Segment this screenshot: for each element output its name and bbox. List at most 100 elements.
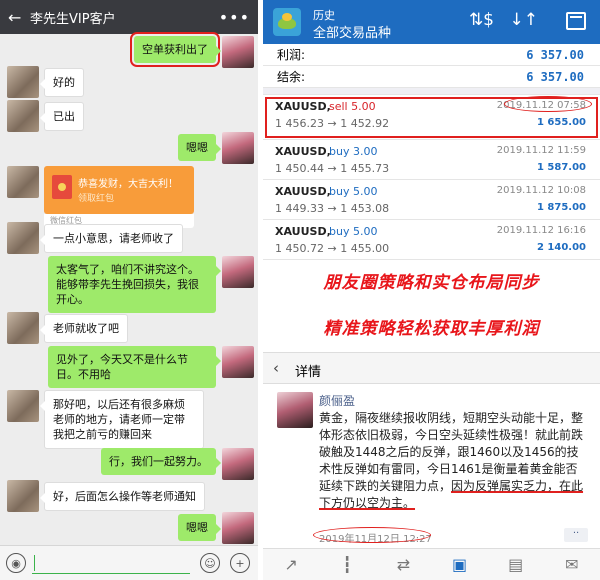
summary-label: 结余: — [277, 70, 306, 84]
currency-filter-icon[interactable]: ⇅$ — [469, 10, 494, 30]
message-row: 行，我们一起努力。 — [0, 448, 258, 480]
trade-history-screen: 历史 全部交易品种 ⇅$ ↓↑ 利润: 6 357.00 结余: 6 357.0… — [263, 0, 600, 580]
avatar[interactable] — [7, 166, 39, 198]
deal-prices: 1 456.23 → 1 452.92 — [275, 117, 390, 130]
analysis-post: 颜俪盈 黄金，隔夜继续报收阴线，短期空头动能十足，整体形态依旧极弱，今日空头延续… — [263, 384, 600, 550]
avatar[interactable] — [222, 132, 254, 164]
promo-banner-line: 精准策略轻松获取丰厚利润 — [323, 319, 540, 339]
deal-type: sell 5.00 — [329, 100, 376, 113]
deal-prices: 1 450.44 → 1 455.73 — [275, 162, 390, 175]
voice-icon[interactable]: ◉ — [6, 553, 26, 573]
avatar[interactable] — [222, 36, 254, 68]
more-dots-icon[interactable]: ••• — [219, 8, 250, 27]
avatar[interactable] — [7, 312, 39, 344]
calendar-icon[interactable] — [566, 12, 586, 30]
deal-type: buy 5.00 — [329, 185, 378, 198]
news-icon[interactable]: ▤ — [503, 554, 529, 576]
avatar[interactable] — [222, 346, 254, 378]
red-packet[interactable]: 恭喜发财，大吉大利！ 领取红包 微信红包 — [44, 166, 194, 228]
deal-row[interactable]: XAUUSD, sell 5.00 1 456.23 → 1 452.92 20… — [263, 95, 600, 140]
message-row: 见外了，今天又不是什么节日。不用哈 — [0, 346, 258, 388]
avatar[interactable] — [7, 480, 39, 512]
trade-icon[interactable]: ⇄ — [390, 554, 416, 576]
chat-bubble-left[interactable]: 好，后面怎么操作等老师通知 — [40, 482, 205, 511]
text-caret — [34, 555, 35, 571]
deal-date: 2019.11.12 11:59 — [496, 145, 586, 156]
app-logo-icon[interactable] — [273, 8, 301, 36]
header-title[interactable]: 全部交易品种 — [313, 22, 391, 41]
chevron-left-icon[interactable]: ‹ — [273, 359, 279, 377]
deal-date: 2019.11.12 16:16 — [496, 225, 586, 236]
chat-bubble-right[interactable]: 嗯嗯 — [178, 514, 221, 541]
red-packet-greeting: 恭喜发财，大吉大利！ — [78, 179, 178, 190]
deal-symbol: XAUUSD, — [275, 100, 331, 113]
post-more-button[interactable]: ·· — [564, 528, 588, 542]
message-row: 嗯嗯 — [0, 132, 258, 164]
chat-input-bar: ◉ ☺ + — [0, 545, 258, 580]
summary-label: 利润: — [277, 48, 306, 62]
message-row: 老师就收了吧 — [0, 312, 258, 344]
red-envelope-icon — [52, 175, 72, 199]
sort-icon[interactable]: ↓↑ — [510, 10, 539, 30]
chat-bubble-left[interactable]: 那好吧，以后还有很多麻烦老师的地方，请老师一定带我把之前亏的赚回来 — [40, 390, 204, 449]
message-row: 太客气了，咱们不讲究这个。能够带李先生挽回损失，我很开心。 — [0, 256, 258, 313]
chat-title: 李先生VIP客户 — [30, 11, 116, 27]
deal-row[interactable]: XAUUSD, buy 5.00 1 450.72 → 1 455.00 201… — [263, 220, 600, 260]
chat-bubble-right[interactable]: 行，我们一起努力。 — [101, 448, 221, 475]
avatar[interactable] — [222, 448, 254, 480]
history-inbox-icon[interactable]: ▣ — [447, 554, 473, 576]
plus-icon[interactable]: + — [230, 553, 250, 573]
chat-bubble-right[interactable]: 空单获利出了 — [130, 32, 221, 67]
message-row: 一点小意思，请老师收了 — [0, 222, 258, 254]
message-row: 已出 — [0, 100, 258, 132]
summary-value: 6 357.00 — [526, 47, 584, 62]
avatar[interactable] — [222, 512, 254, 544]
chat-bubble-left[interactable]: 一点小意思，请老师收了 — [40, 224, 183, 253]
summary-row-balance: 结余: 6 357.00 — [263, 66, 600, 88]
bottom-tab-bar: ↗ ┇ ⇄ ▣ ▤ ✉ — [263, 548, 600, 580]
chat-bubble-left[interactable]: 老师就收了吧 — [40, 314, 128, 343]
post-author[interactable]: 颜俪盈 — [319, 392, 355, 409]
deal-type: buy 5.00 — [329, 225, 378, 238]
detail-title: 详情 — [295, 365, 322, 380]
avatar[interactable] — [7, 66, 39, 98]
deal-row[interactable]: XAUUSD, buy 3.00 1 450.44 → 1 455.73 201… — [263, 140, 600, 180]
avatar[interactable] — [7, 390, 39, 422]
chat-screen: ← 李先生VIP客户 ••• 空单获利出了 好的 已出 嗯嗯 恭喜发财，大吉大利… — [0, 0, 258, 580]
deal-symbol: XAUUSD, — [275, 185, 331, 198]
avatar[interactable] — [7, 100, 39, 132]
deal-profit: 1 655.00 — [536, 117, 586, 128]
chat-bubble-icon[interactable]: ✉ — [559, 554, 585, 576]
post-body: 黄金，隔夜继续报收阴线，短期空头动能十足，整体形态依旧极弱，今日空头延续性极强！… — [319, 410, 589, 512]
avatar[interactable] — [277, 392, 313, 428]
chart-up-icon[interactable]: ↗ — [278, 554, 304, 576]
arrow-left-icon[interactable]: ← — [8, 8, 30, 27]
chat-bubble-right[interactable]: 见外了，今天又不是什么节日。不用哈 — [48, 346, 221, 388]
chat-bubble-left[interactable]: 好的 — [40, 68, 84, 97]
message-row: 好的 — [0, 66, 258, 98]
message-input[interactable] — [32, 552, 190, 574]
message-row: 好，后面怎么操作等老师通知 — [0, 480, 258, 512]
avatar[interactable] — [7, 222, 39, 254]
candlestick-icon[interactable]: ┇ — [334, 554, 360, 576]
promo-banner-line: 朋友圈策略和实仓布局同步 — [323, 273, 540, 293]
deal-profit: 1 875.00 — [536, 202, 586, 213]
chat-bubble-right[interactable]: 太客气了，咱们不讲究这个。能够带李先生挽回损失，我很开心。 — [48, 256, 221, 313]
time-highlight-oval — [313, 527, 431, 543]
deal-date: 2019.11.12 10:08 — [496, 185, 586, 196]
chat-bubble-left[interactable]: 已出 — [40, 102, 84, 131]
deal-profit: 1 587.00 — [536, 162, 586, 173]
deal-symbol: XAUUSD, — [275, 145, 331, 158]
section-divider — [263, 88, 600, 95]
chat-header: ← 李先生VIP客户 ••• — [0, 0, 258, 34]
deal-prices: 1 449.33 → 1 453.08 — [275, 202, 390, 215]
date-highlight-oval — [504, 96, 592, 112]
red-packet-action: 领取红包 — [78, 194, 115, 204]
deal-profit: 2 140.00 — [536, 242, 586, 253]
emoji-icon[interactable]: ☺ — [200, 553, 220, 573]
deal-symbol: XAUUSD, — [275, 225, 331, 238]
chat-bubble-right[interactable]: 嗯嗯 — [178, 134, 221, 161]
deal-row[interactable]: XAUUSD, buy 5.00 1 449.33 → 1 453.08 201… — [263, 180, 600, 220]
deal-type: buy 3.00 — [329, 145, 378, 158]
avatar[interactable] — [222, 256, 254, 288]
